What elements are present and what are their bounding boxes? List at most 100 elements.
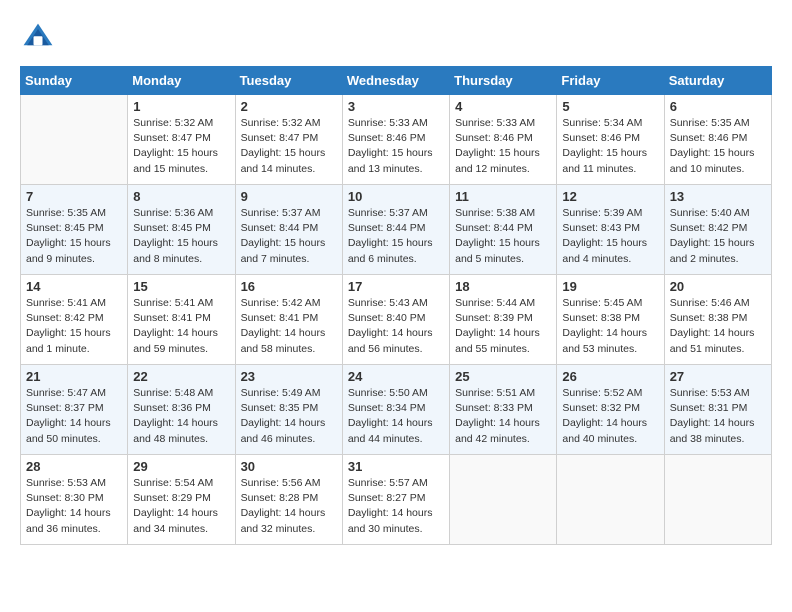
calendar-cell: 9Sunrise: 5:37 AM Sunset: 8:44 PM Daylig… <box>235 185 342 275</box>
day-number: 13 <box>670 189 766 204</box>
calendar-cell: 10Sunrise: 5:37 AM Sunset: 8:44 PM Dayli… <box>342 185 449 275</box>
day-info: Sunrise: 5:35 AM Sunset: 8:45 PM Dayligh… <box>26 206 122 267</box>
day-number: 25 <box>455 369 551 384</box>
day-info: Sunrise: 5:56 AM Sunset: 8:28 PM Dayligh… <box>241 476 337 537</box>
calendar-cell: 22 Sunrise: 5:48 AM Sunset: 8:36 PM Dayli… <box>128 365 235 455</box>
day-number: 17 <box>348 279 444 294</box>
day-number: 18 <box>455 279 551 294</box>
day-number: 20 <box>670 279 766 294</box>
day-info: Sunrise: 5:54 AM Sunset: 8:29 PM Dayligh… <box>133 476 229 537</box>
column-header-monday: Monday <box>128 67 235 95</box>
calendar-cell <box>450 455 557 545</box>
column-header-sunday: Sunday <box>21 67 128 95</box>
day-info: Sunrise: 5:33 AM Sunset: 8:46 PM Dayligh… <box>348 116 444 177</box>
calendar-cell: 23 Sunrise: 5:49 AM Sunset: 8:35 PM Dayli… <box>235 365 342 455</box>
calendar-cell: 8 Sunrise: 5:36 AM Sunset: 8:45 PM Daylig… <box>128 185 235 275</box>
calendar-cell: 5 Sunrise: 5:34 AM Sunset: 8:46 PM Daylig… <box>557 95 664 185</box>
calendar-cell: 3 Sunrise: 5:33 AM Sunset: 8:46 PM Daylig… <box>342 95 449 185</box>
calendar-cell: 11Sunrise: 5:38 AM Sunset: 8:44 PM Dayli… <box>450 185 557 275</box>
week-row-4: 21 Sunrise: 5:47 AM Sunset: 8:37 PM Dayli… <box>21 365 772 455</box>
column-header-saturday: Saturday <box>664 67 771 95</box>
day-number: 30 <box>241 459 337 474</box>
calendar-cell <box>557 455 664 545</box>
day-number: 31 <box>348 459 444 474</box>
day-number: 2 <box>241 99 337 114</box>
calendar-cell: 4 Sunrise: 5:33 AM Sunset: 8:46 PM Daylig… <box>450 95 557 185</box>
day-number: 3 <box>348 99 444 114</box>
day-number: 28 <box>26 459 122 474</box>
column-header-friday: Friday <box>557 67 664 95</box>
day-number: 15 <box>133 279 229 294</box>
day-info: Sunrise: 5:40 AM Sunset: 8:42 PM Dayligh… <box>670 206 766 267</box>
calendar-cell: 1Sunrise: 5:32 AM Sunset: 8:47 PM Daylig… <box>128 95 235 185</box>
calendar-cell: 29 Sunrise: 5:54 AM Sunset: 8:29 PM Dayli… <box>128 455 235 545</box>
day-info: Sunrise: 5:41 AM Sunset: 8:42 PM Dayligh… <box>26 296 122 357</box>
day-info: Sunrise: 5:57 AM Sunset: 8:27 PM Dayligh… <box>348 476 444 537</box>
logo-icon <box>20 20 56 56</box>
calendar-cell: 15 Sunrise: 5:41 AM Sunset: 8:41 PM Dayli… <box>128 275 235 365</box>
day-info: Sunrise: 5:53 AM Sunset: 8:31 PM Dayligh… <box>670 386 766 447</box>
calendar-cell: 20 Sunrise: 5:46 AM Sunset: 8:38 PM Dayli… <box>664 275 771 365</box>
day-number: 29 <box>133 459 229 474</box>
day-number: 22 <box>133 369 229 384</box>
calendar-cell: 21 Sunrise: 5:47 AM Sunset: 8:37 PM Dayli… <box>21 365 128 455</box>
calendar-cell: 27Sunrise: 5:53 AM Sunset: 8:31 PM Dayli… <box>664 365 771 455</box>
week-row-3: 14 Sunrise: 5:41 AM Sunset: 8:42 PM Dayli… <box>21 275 772 365</box>
calendar-cell: 16 Sunrise: 5:42 AM Sunset: 8:41 PM Dayli… <box>235 275 342 365</box>
day-info: Sunrise: 5:53 AM Sunset: 8:30 PM Dayligh… <box>26 476 122 537</box>
day-number: 14 <box>26 279 122 294</box>
day-info: Sunrise: 5:35 AM Sunset: 8:46 PM Dayligh… <box>670 116 766 177</box>
day-info: Sunrise: 5:39 AM Sunset: 8:43 PM Dayligh… <box>562 206 658 267</box>
calendar-cell: 19 Sunrise: 5:45 AM Sunset: 8:38 PM Dayli… <box>557 275 664 365</box>
day-number: 16 <box>241 279 337 294</box>
day-number: 23 <box>241 369 337 384</box>
calendar-cell: 6 Sunrise: 5:35 AM Sunset: 8:46 PM Daylig… <box>664 95 771 185</box>
day-info: Sunrise: 5:32 AM Sunset: 8:47 PM Dayligh… <box>241 116 337 177</box>
day-number: 24 <box>348 369 444 384</box>
day-info: Sunrise: 5:42 AM Sunset: 8:41 PM Dayligh… <box>241 296 337 357</box>
day-info: Sunrise: 5:47 AM Sunset: 8:37 PM Dayligh… <box>26 386 122 447</box>
logo <box>20 20 60 56</box>
day-info: Sunrise: 5:46 AM Sunset: 8:38 PM Dayligh… <box>670 296 766 357</box>
day-info: Sunrise: 5:45 AM Sunset: 8:38 PM Dayligh… <box>562 296 658 357</box>
week-row-1: 1 Sunrise: 5:32 AM Sunset: 8:47 PM Daylig… <box>21 95 772 185</box>
day-info: Sunrise: 5:34 AM Sunset: 8:46 PM Dayligh… <box>562 116 658 177</box>
day-info: Sunrise: 5:43 AM Sunset: 8:40 PM Dayligh… <box>348 296 444 357</box>
day-info: Sunrise: 5:50 AM Sunset: 8:34 PM Dayligh… <box>348 386 444 447</box>
day-info: Sunrise: 5:33 AM Sunset: 8:46 PM Dayligh… <box>455 116 551 177</box>
calendar-cell: 12 Sunrise: 5:39 AM Sunset: 8:43 PM Dayli… <box>557 185 664 275</box>
calendar-cell: 25 Sunrise: 5:51 AM Sunset: 8:33 PM Dayli… <box>450 365 557 455</box>
day-number: 26 <box>562 369 658 384</box>
column-header-tuesday: Tuesday <box>235 67 342 95</box>
page-header <box>20 20 772 56</box>
day-info: Sunrise: 5:48 AM Sunset: 8:36 PM Dayligh… <box>133 386 229 447</box>
calendar-cell: 13 Sunrise: 5:40 AM Sunset: 8:42 PM Dayli… <box>664 185 771 275</box>
day-number: 1 <box>133 99 229 114</box>
calendar-cell: 18 Sunrise: 5:44 AM Sunset: 8:39 PM Dayli… <box>450 275 557 365</box>
day-number: 4 <box>455 99 551 114</box>
day-number: 19 <box>562 279 658 294</box>
calendar-cell: 14 Sunrise: 5:41 AM Sunset: 8:42 PM Dayli… <box>21 275 128 365</box>
week-row-2: 7Sunrise: 5:35 AM Sunset: 8:45 PM Daylig… <box>21 185 772 275</box>
calendar-table: SundayMondayTuesdayWednesdayThursdayFrid… <box>20 66 772 545</box>
day-number: 6 <box>670 99 766 114</box>
day-info: Sunrise: 5:41 AM Sunset: 8:41 PM Dayligh… <box>133 296 229 357</box>
day-info: Sunrise: 5:36 AM Sunset: 8:45 PM Dayligh… <box>133 206 229 267</box>
day-info: Sunrise: 5:44 AM Sunset: 8:39 PM Dayligh… <box>455 296 551 357</box>
calendar-cell: 31 Sunrise: 5:57 AM Sunset: 8:27 PM Dayli… <box>342 455 449 545</box>
day-info: Sunrise: 5:52 AM Sunset: 8:32 PM Dayligh… <box>562 386 658 447</box>
calendar-cell: 26 Sunrise: 5:52 AM Sunset: 8:32 PM Dayli… <box>557 365 664 455</box>
calendar-cell: 2 Sunrise: 5:32 AM Sunset: 8:47 PM Daylig… <box>235 95 342 185</box>
week-row-5: 28 Sunrise: 5:53 AM Sunset: 8:30 PM Dayli… <box>21 455 772 545</box>
day-number: 5 <box>562 99 658 114</box>
day-info: Sunrise: 5:38 AM Sunset: 8:44 PM Dayligh… <box>455 206 551 267</box>
day-number: 8 <box>133 189 229 204</box>
calendar-cell: 7Sunrise: 5:35 AM Sunset: 8:45 PM Daylig… <box>21 185 128 275</box>
day-number: 12 <box>562 189 658 204</box>
column-header-thursday: Thursday <box>450 67 557 95</box>
day-number: 21 <box>26 369 122 384</box>
day-info: Sunrise: 5:51 AM Sunset: 8:33 PM Dayligh… <box>455 386 551 447</box>
day-number: 9 <box>241 189 337 204</box>
day-info: Sunrise: 5:49 AM Sunset: 8:35 PM Dayligh… <box>241 386 337 447</box>
calendar-cell <box>664 455 771 545</box>
